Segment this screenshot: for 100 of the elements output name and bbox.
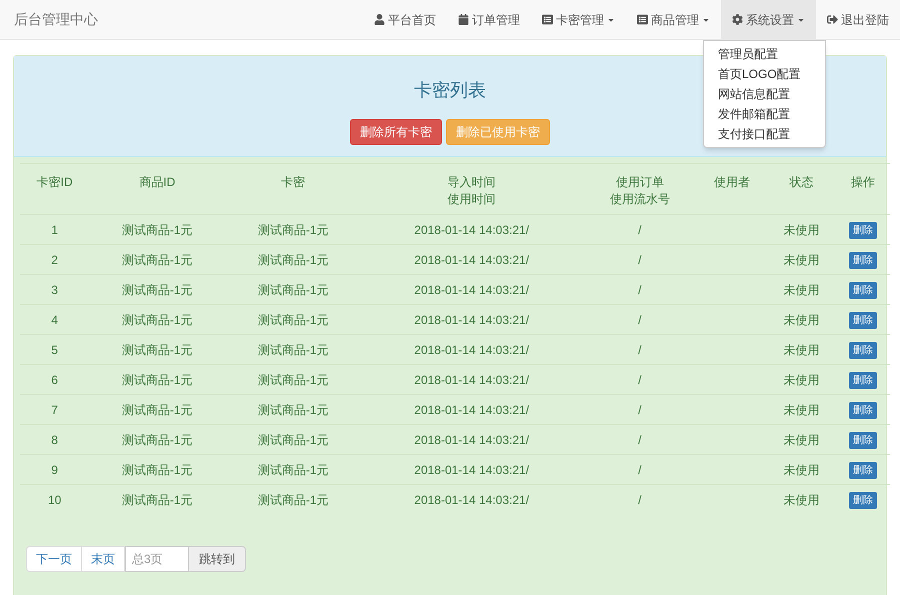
table-cell: 2018-01-14 14:03:21/ <box>361 364 582 394</box>
nav-item[interactable]: 系统设置 <box>721 0 816 39</box>
brand-title[interactable]: 后台管理中心 <box>0 9 112 30</box>
nav-item[interactable]: 订单管理 <box>447 0 531 39</box>
table-cell: 测试商品-1元 <box>225 244 362 274</box>
delete-button[interactable]: 删除 <box>849 342 878 359</box>
table-cell: 3 <box>20 274 90 304</box>
table-cell: 测试商品-1元 <box>225 364 362 394</box>
table-cell: 7 <box>20 394 90 424</box>
table-cell: 2018-01-14 14:03:21/ <box>361 304 582 334</box>
menu-item[interactable]: 支付接口配置 <box>704 124 825 144</box>
table-cell: 6 <box>20 364 90 394</box>
table-cell: 测试商品-1元 <box>225 214 362 244</box>
table-cell: 2018-01-14 14:03:21/ <box>361 274 582 304</box>
column-header: 卡密 <box>225 164 362 214</box>
table-cell: / <box>582 394 698 424</box>
table-cell: 测试商品-1元 <box>89 274 226 304</box>
delete-button[interactable]: 删除 <box>849 222 878 239</box>
jump-button[interactable]: 跳转到 <box>188 546 246 572</box>
table-cell: / <box>582 484 698 514</box>
list-icon <box>542 14 553 25</box>
column-header: 导入时间 使用时间 <box>361 164 582 214</box>
menu-item[interactable]: 管理员配置 <box>704 44 825 64</box>
table-cell: 2 <box>20 244 90 274</box>
table-cell: 5 <box>20 334 90 364</box>
table-cell: 测试商品-1元 <box>89 334 226 364</box>
table-cell: 测试商品-1元 <box>225 454 362 484</box>
table-cell: 未使用 <box>766 454 836 484</box>
table-cell: 2018-01-14 14:03:21/ <box>361 244 582 274</box>
table-cell: 2018-01-14 14:03:21/ <box>361 454 582 484</box>
delete-button[interactable]: 删除 <box>849 402 878 419</box>
table-cell: 2018-01-14 14:03:21/ <box>361 214 582 244</box>
settings-icon <box>732 14 743 25</box>
delete-button[interactable]: 删除 <box>849 492 878 510</box>
table-cell: 未使用 <box>766 364 836 394</box>
pagination-link[interactable]: 下一页 <box>26 546 82 572</box>
table-cell: 未使用 <box>766 214 836 244</box>
table-cell: 2018-01-14 14:03:21/ <box>361 424 582 454</box>
table-cell: 测试商品-1元 <box>89 454 226 484</box>
user-icon <box>374 14 385 25</box>
table-cell: 8 <box>20 424 90 454</box>
column-header: 商品ID <box>89 164 226 214</box>
table-cell: 9 <box>20 454 90 484</box>
table-cell: 2018-01-14 14:03:21/ <box>361 484 582 514</box>
table-cell: 测试商品-1元 <box>225 424 362 454</box>
table-cell: 未使用 <box>766 244 836 274</box>
column-header: 状态 <box>766 164 836 214</box>
menu-item[interactable]: 网站信息配置 <box>704 84 825 104</box>
table-cell: 4 <box>20 304 90 334</box>
nav-item[interactable]: 商品管理 <box>626 0 721 39</box>
pagination-link[interactable]: 末页 <box>81 546 125 572</box>
table-cell: 未使用 <box>766 394 836 424</box>
page-input-field[interactable]: 总3页 <box>125 546 189 572</box>
table-cell: / <box>582 364 698 394</box>
nav-item[interactable]: 卡密管理 <box>531 0 626 39</box>
table-cell: 未使用 <box>766 274 836 304</box>
delete-button[interactable]: 删除 <box>849 372 878 389</box>
table-cell: 2018-01-14 14:03:21/ <box>361 334 582 364</box>
table-cell: 未使用 <box>766 334 836 364</box>
nav-item[interactable]: 退出登陆 <box>816 0 900 39</box>
table-cell: 测试商品-1元 <box>89 214 226 244</box>
delete-button[interactable]: 删除所有卡密 <box>350 119 442 145</box>
column-header: 使用者 <box>698 164 767 214</box>
list-icon <box>637 14 648 25</box>
delete-button[interactable]: 删除 <box>849 252 878 269</box>
table-cell: 未使用 <box>766 304 836 334</box>
table-cell: 测试商品-1元 <box>89 484 226 514</box>
column-header: 卡密ID <box>20 164 90 214</box>
table-cell: 测试商品-1元 <box>225 334 362 364</box>
table-cell: 未使用 <box>766 424 836 454</box>
delete-button[interactable]: 删除 <box>849 312 878 329</box>
column-header: 操作 <box>836 164 890 214</box>
table-cell: 1 <box>20 214 90 244</box>
delete-button[interactable]: 删除 <box>849 432 878 449</box>
table-cell: 测试商品-1元 <box>89 304 226 334</box>
table-cell: / <box>582 304 698 334</box>
table-cell: 测试商品-1元 <box>225 484 362 514</box>
table-cell: 测试商品-1元 <box>89 394 226 424</box>
table-cell: 2018-01-14 14:03:21/ <box>361 394 582 424</box>
table-cell: 测试商品-1元 <box>225 304 362 334</box>
table-cell: / <box>582 424 698 454</box>
table-cell: 10 <box>20 484 90 514</box>
table-cell: / <box>582 454 698 484</box>
table-cell: / <box>582 244 698 274</box>
table-cell: / <box>582 214 698 244</box>
menu-item[interactable]: 发件邮箱配置 <box>704 104 825 124</box>
logout-icon <box>827 14 838 25</box>
table-cell: / <box>582 274 698 304</box>
delete-button[interactable]: 删除 <box>849 282 878 299</box>
column-header: 使用订单 使用流水号 <box>582 164 698 214</box>
table-cell: 测试商品-1元 <box>89 244 226 274</box>
table-cell: 测试商品-1元 <box>89 364 226 394</box>
menu-item[interactable]: 首页LOGO配置 <box>704 64 825 84</box>
table-cell: 测试商品-1元 <box>225 394 362 424</box>
nav-item[interactable]: 平台首页 <box>363 0 447 39</box>
panel-title: 卡密列表 <box>414 79 486 102</box>
table-cell: 测试商品-1元 <box>225 274 362 304</box>
calendar-icon <box>458 14 469 25</box>
table-cell: 测试商品-1元 <box>89 424 226 454</box>
delete-button[interactable]: 删除 <box>849 462 878 479</box>
